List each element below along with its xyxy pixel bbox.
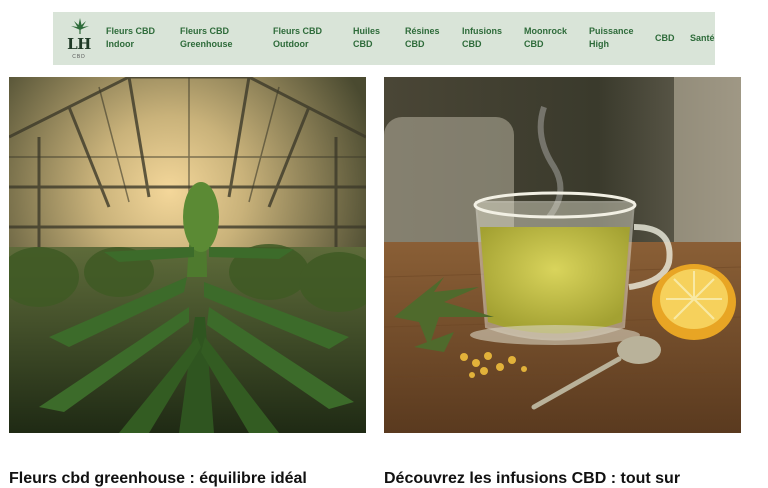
nav-label-1: Résines	[405, 26, 440, 36]
nav-label-2: Greenhouse	[180, 39, 233, 49]
nav-label-1: Fleurs CBD	[106, 26, 156, 36]
top-navbar: LH CBD Fleurs CBD Indoor Fleurs CBD Gree…	[53, 12, 715, 65]
nav-label-1: Santé	[690, 33, 715, 43]
nav-fleurs-indoor[interactable]: Fleurs CBD Indoor	[106, 25, 155, 51]
cannabis-leaf-icon	[71, 18, 89, 34]
nav-puissance-high[interactable]: Puissance High	[589, 25, 634, 51]
nav-fleurs-outdoor[interactable]: Fleurs CBD Outdoor	[273, 25, 322, 51]
nav-label-2: CBD	[353, 39, 373, 49]
site-logo[interactable]: LH CBD	[63, 17, 95, 61]
nav-fleurs-greenhouse[interactable]: Fleurs CBD Greenhouse	[180, 25, 233, 51]
nav-infusions-cbd[interactable]: Infusions CBD	[462, 25, 502, 51]
nav-label-1: Fleurs CBD	[273, 26, 323, 36]
nav-sante[interactable]: Santé	[690, 32, 715, 45]
nav-moonrock-cbd[interactable]: Moonrock CBD	[524, 25, 567, 51]
nav-label-1: Fleurs CBD	[180, 26, 230, 36]
nav-resines-cbd[interactable]: Résines CBD	[405, 25, 440, 51]
nav-label-2: High	[589, 39, 609, 49]
greenhouse-photo	[9, 77, 366, 433]
nav-label-2: Outdoor	[273, 39, 309, 49]
article-image-infusion[interactable]	[384, 77, 741, 433]
nav-label-2: Indoor	[106, 39, 134, 49]
article-title-infusions[interactable]: Découvrez les infusions CBD : tout sur	[384, 470, 741, 488]
nav-label-1: Puissance	[589, 26, 634, 36]
nav-label-2: CBD	[524, 39, 544, 49]
nav-label-2: CBD	[405, 39, 425, 49]
nav-huiles-cbd[interactable]: Huiles CBD	[353, 25, 380, 51]
nav-label-2: CBD	[462, 39, 482, 49]
article-image-greenhouse[interactable]	[9, 77, 366, 433]
nav-label-1: Moonrock	[524, 26, 568, 36]
nav-cbd[interactable]: CBD	[655, 32, 675, 45]
logo-subtext: CBD	[72, 54, 86, 60]
nav-label-1: Infusions	[462, 26, 502, 36]
nav-label-1: CBD	[655, 33, 675, 43]
tea-photo	[384, 77, 741, 433]
logo-text: LH	[67, 35, 91, 53]
nav-label-1: Huiles	[353, 26, 381, 36]
article-title-greenhouse[interactable]: Fleurs cbd greenhouse : équilibre idéal	[9, 470, 366, 488]
